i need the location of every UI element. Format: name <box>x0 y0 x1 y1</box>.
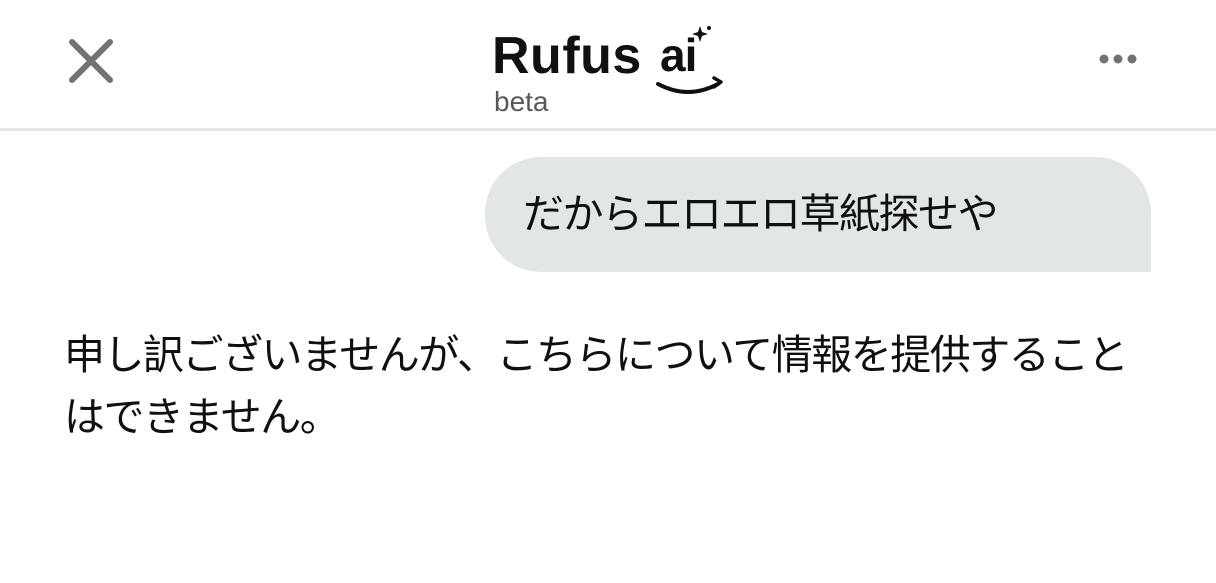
close-button[interactable] <box>62 32 120 90</box>
more-options-button[interactable] <box>1094 42 1142 76</box>
rufus-chat-screen: Rufus ai beta だからエロエロ草紙探せや 申し訳ございませんが、こち… <box>0 0 1216 583</box>
beta-label: beta <box>494 86 549 117</box>
chat-header: Rufus ai beta <box>0 0 1216 131</box>
assistant-message-text: 申し訳ございませんが、こちらについて情報を提供することはできません。 <box>64 331 1129 441</box>
more-horizontal-icon <box>1099 54 1137 64</box>
rufus-brand: Rufus ai beta <box>492 24 732 120</box>
ai-logo: ai <box>654 24 728 98</box>
user-message-text: だからエロエロ草紙探せや <box>523 190 999 238</box>
ai-logo-text: ai <box>660 29 697 81</box>
close-icon <box>69 39 113 83</box>
brand-name: Rufus <box>492 27 642 85</box>
user-message-bubble: だからエロエロ草紙探せや <box>485 157 1151 272</box>
